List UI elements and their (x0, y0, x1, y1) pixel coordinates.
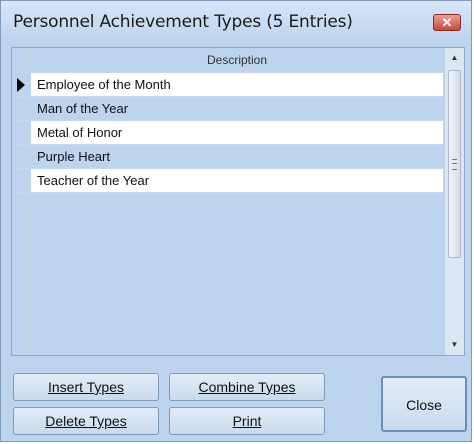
grid-rows: Employee of the Month Man of the Year Me… (12, 73, 443, 193)
row-description[interactable]: Metal of Honor (31, 121, 443, 144)
table-row[interactable]: Purple Heart (12, 145, 443, 169)
row-indicator[interactable] (12, 97, 31, 120)
row-description[interactable]: Man of the Year (31, 97, 443, 120)
row-indicator[interactable] (12, 121, 31, 144)
table-row[interactable]: Man of the Year (12, 97, 443, 121)
row-description[interactable]: Employee of the Month (31, 73, 443, 96)
types-grid: Description Employee of the Month Man of… (11, 47, 465, 356)
row-description[interactable]: Purple Heart (31, 145, 443, 168)
print-button[interactable]: Print (169, 407, 325, 435)
insert-types-button[interactable]: Insert Types (13, 373, 159, 401)
table-row[interactable]: Metal of Honor (12, 121, 443, 145)
right-triangle-icon (17, 78, 25, 92)
row-indicator[interactable] (12, 73, 31, 96)
table-row[interactable]: Employee of the Month (12, 73, 443, 97)
delete-types-button[interactable]: Delete Types (13, 407, 159, 435)
header-indicator-cell (12, 48, 31, 72)
scroll-thumb[interactable] (448, 70, 461, 258)
description-column-header[interactable]: Description (31, 48, 443, 72)
scroll-down-icon[interactable]: ▼ (445, 335, 464, 355)
table-row[interactable]: Teacher of the Year (12, 169, 443, 193)
empty-indicator-column (12, 193, 31, 355)
row-indicator[interactable] (12, 145, 31, 168)
scroll-up-icon[interactable]: ▲ (445, 48, 464, 68)
combine-types-button[interactable]: Combine Types (169, 373, 325, 401)
close-button[interactable]: Close (381, 376, 467, 432)
achievement-types-window: Personnel Achievement Types (5 Entries) … (0, 0, 472, 442)
window-title: Personnel Achievement Types (5 Entries) (13, 12, 353, 32)
grip-icon (452, 159, 457, 170)
row-description[interactable]: Teacher of the Year (31, 169, 443, 192)
title-bar: Personnel Achievement Types (5 Entries) … (1, 1, 471, 43)
grid-header: Description (12, 48, 443, 73)
row-indicator[interactable] (12, 169, 31, 192)
close-icon[interactable]: ✕ (433, 14, 461, 31)
vertical-scrollbar[interactable]: ▲ ▼ (444, 48, 464, 355)
